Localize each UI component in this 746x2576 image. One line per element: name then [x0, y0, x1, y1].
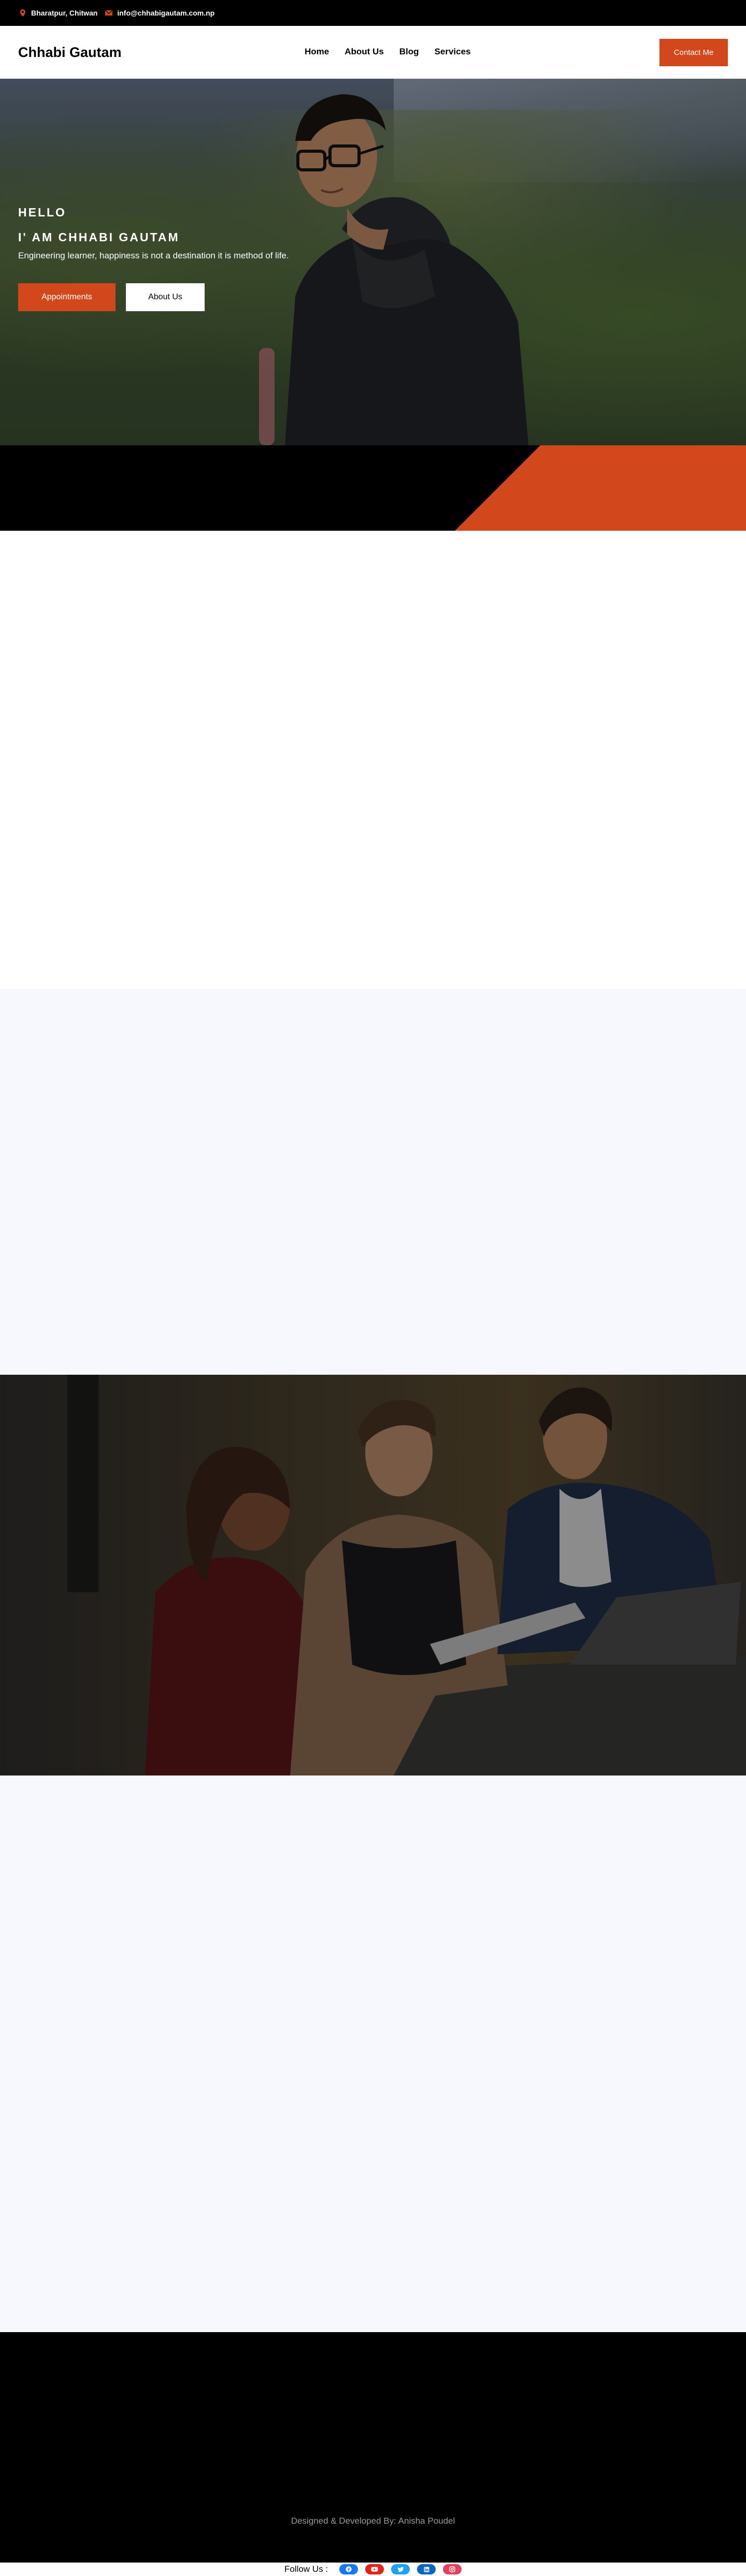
hero-greeting: HELLO [18, 206, 66, 219]
email-info[interactable]: info@chhabigautam.com.np [105, 9, 214, 17]
hero-buttons: Appointments About Us [18, 283, 205, 311]
content-section-light-2 [0, 1775, 746, 2332]
hero-title: I' AM CHHABI GAUTAM [18, 230, 180, 244]
content-section-white [0, 531, 746, 989]
site-header: Chhabi Gautam Home About Us Blog Service… [0, 26, 746, 79]
instagram-icon[interactable] [443, 2564, 462, 2574]
follow-label: Follow Us : [284, 2564, 328, 2574]
youtube-icon[interactable] [365, 2564, 384, 2574]
location-text: Bharatpur, Chitwan [31, 9, 98, 17]
content-section-light-1 [0, 989, 746, 1375]
hero-text-block: HELLO I' AM CHHABI GAUTAM Engineering le… [18, 206, 289, 261]
site-footer: Designed & Developed By: Anisha Poudel [0, 2332, 746, 2563]
meeting-overlay [0, 1375, 746, 1775]
footer-credit: Designed & Developed By: Anisha Poudel [291, 2516, 455, 2526]
map-pin-icon [19, 9, 27, 17]
top-info-bar: Bharatpur, Chitwan info@chhabigautam.com… [0, 0, 746, 26]
nav-blog[interactable]: Blog [399, 47, 419, 57]
appointments-button[interactable]: Appointments [18, 283, 116, 311]
nav-services[interactable]: Services [435, 47, 471, 57]
hero-tagline: Engineering learner, happiness is not a … [18, 251, 289, 260]
location-info: Bharatpur, Chitwan [19, 9, 97, 17]
envelope-icon [105, 9, 113, 17]
linkedin-icon[interactable] [417, 2564, 436, 2574]
team-meeting-image [0, 1375, 746, 1775]
about-us-button[interactable]: About Us [126, 283, 205, 311]
hero-section: HELLO I' AM CHHABI GAUTAM Engineering le… [0, 79, 746, 445]
hero-overlay [0, 79, 746, 445]
facebook-icon[interactable] [339, 2564, 358, 2574]
twitter-icon[interactable] [391, 2564, 410, 2574]
contact-me-button[interactable]: Contact Me [659, 39, 728, 66]
site-logo[interactable]: Chhabi Gautam [18, 45, 122, 61]
nav-home[interactable]: Home [305, 47, 329, 57]
follow-us-bar: Follow Us : [0, 2563, 746, 2576]
nav-about-us[interactable]: About Us [345, 47, 384, 57]
email-text[interactable]: info@chhabigautam.com.np [117, 9, 214, 17]
accent-divider-band [0, 445, 746, 531]
orange-diagonal-shape [455, 445, 746, 531]
main-nav: Home About Us Blog Services [305, 47, 471, 57]
